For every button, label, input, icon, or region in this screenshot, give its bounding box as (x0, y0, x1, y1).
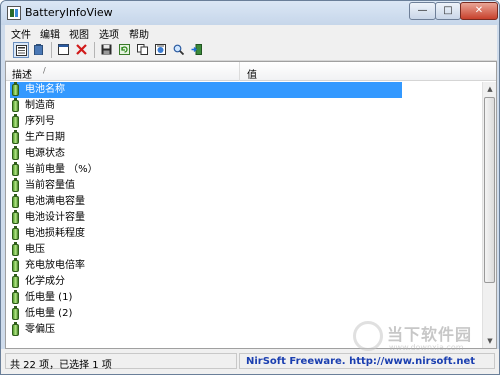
battery-icon (12, 98, 19, 112)
battery-icon (12, 194, 19, 208)
list-item[interactable]: 低电量 (1) (10, 290, 402, 306)
battery-icon (12, 130, 19, 144)
list-item[interactable]: 电源状态 (10, 146, 402, 162)
battery-view-icon (34, 44, 43, 55)
list-item[interactable]: 序列号 (10, 114, 402, 130)
item-label: 电池损耗程度 (25, 228, 85, 239)
exit-button[interactable] (189, 42, 205, 58)
properties-view-icon (16, 45, 27, 56)
list-item[interactable]: 电池满电容量 (10, 194, 402, 210)
find-button[interactable] (171, 42, 187, 58)
window-title: BatteryInfoView (25, 6, 113, 19)
refresh-button[interactable] (117, 42, 133, 58)
watermark: 当下软件园 www.downxia.com (349, 319, 489, 359)
battery-icon (12, 306, 19, 320)
list-item[interactable]: 低电量 (2) (10, 306, 402, 322)
delete-icon (76, 44, 87, 55)
copy-button[interactable] (135, 42, 151, 58)
maximize-button[interactable]: □ (435, 2, 461, 20)
app-icon (7, 6, 21, 20)
save-button[interactable] (99, 42, 115, 58)
watermark-text: 当下软件园 (387, 325, 473, 344)
list-header: 描述 / 值 (6, 62, 496, 81)
log-window-icon (58, 44, 69, 55)
battery-icon (12, 162, 19, 176)
battery-icon (12, 82, 19, 96)
item-label: 电池满电容量 (25, 196, 85, 207)
list-item[interactable]: 生产日期 (10, 130, 402, 146)
column-header-label: 描述 (12, 70, 32, 81)
battery-icon (12, 226, 19, 240)
scrollbar-thumb[interactable] (484, 97, 495, 283)
toolbar-separator (51, 42, 52, 58)
item-label: 充电放电倍率 (25, 260, 85, 271)
delete-button[interactable] (74, 42, 90, 58)
properties-view-button[interactable] (13, 42, 29, 58)
list-item[interactable]: 电压 (10, 242, 402, 258)
item-count-status: 共 22 项，已选择 1 项 (5, 353, 237, 371)
item-label: 零偏压 (25, 324, 55, 335)
column-header-label: 值 (247, 70, 257, 81)
log-window-button[interactable] (56, 42, 72, 58)
battery-icon (12, 258, 19, 272)
find-icon (173, 44, 184, 55)
watermark-logo-icon (353, 321, 383, 351)
exit-icon (191, 44, 202, 55)
item-label: 序列号 (25, 116, 55, 127)
battery-icon (12, 178, 19, 192)
battery-icon (12, 274, 19, 288)
list-item[interactable]: 制造商 (10, 98, 402, 114)
battery-icon (12, 290, 19, 304)
list-item[interactable]: 当前容量值 (10, 178, 402, 194)
battery-icon (12, 210, 19, 224)
battery-icon (12, 242, 19, 256)
column-header-description[interactable]: 描述 / (6, 62, 240, 81)
item-label: 低电量 (2) (25, 308, 73, 319)
close-button[interactable]: ✕ (460, 2, 498, 20)
list-item[interactable]: 化学成分 (10, 274, 402, 290)
sort-ascending-icon: / (43, 66, 46, 75)
toolbar-separator (94, 42, 95, 58)
watermark-url: www.downxia.com (389, 343, 464, 352)
html-report-button[interactable] (153, 42, 169, 58)
list-item[interactable]: 充电放电倍率 (10, 258, 402, 274)
battery-icon (12, 114, 19, 128)
item-label: 低电量 (1) (25, 292, 73, 303)
item-label: 制造商 (25, 100, 55, 111)
item-label: 化学成分 (25, 276, 65, 287)
battery-view-button[interactable] (31, 42, 47, 58)
minimize-button[interactable]: — (409, 2, 436, 20)
html-report-icon (155, 44, 166, 55)
item-label: 当前电量 （%） (25, 164, 98, 175)
battery-icon (12, 322, 19, 336)
app-window: BatteryInfoView — □ ✕ 文件 编辑 视图 选项 帮助 描述 … (0, 0, 500, 375)
item-label: 电池设计容量 (25, 212, 85, 223)
scroll-up-arrow-icon[interactable]: ▲ (483, 82, 496, 96)
vertical-scrollbar[interactable]: ▲ ▼ (482, 82, 496, 348)
list-item[interactable]: 零偏压 (10, 322, 402, 338)
save-icon (101, 44, 112, 55)
title-bar[interactable]: BatteryInfoView — □ ✕ (1, 1, 499, 25)
battery-icon (12, 146, 19, 160)
copy-icon (137, 44, 148, 55)
item-label: 生产日期 (25, 132, 65, 143)
item-label: 电源状态 (25, 148, 65, 159)
item-label: 电池名称 (25, 84, 65, 95)
list-rows: 电池名称 制造商 序列号 生产日期 电源状态 当前电量 （%） 当前容量值 电池… (6, 82, 482, 348)
battery-properties-list[interactable]: 描述 / 值 电池名称 制造商 序列号 生产日期 电源状态 当前电量 （%） 当… (5, 61, 497, 349)
item-label: 当前容量值 (25, 180, 75, 191)
toolbar (5, 39, 497, 61)
list-item[interactable]: 电池设计容量 (10, 210, 402, 226)
list-item[interactable]: 电池损耗程度 (10, 226, 402, 242)
list-item[interactable]: 当前电量 （%） (10, 162, 402, 178)
column-header-value[interactable]: 值 (241, 62, 481, 81)
refresh-icon (119, 44, 130, 55)
list-item[interactable]: 电池名称 (10, 82, 402, 98)
menu-bar: 文件 编辑 视图 选项 帮助 (5, 25, 497, 41)
item-label: 电压 (25, 244, 45, 255)
